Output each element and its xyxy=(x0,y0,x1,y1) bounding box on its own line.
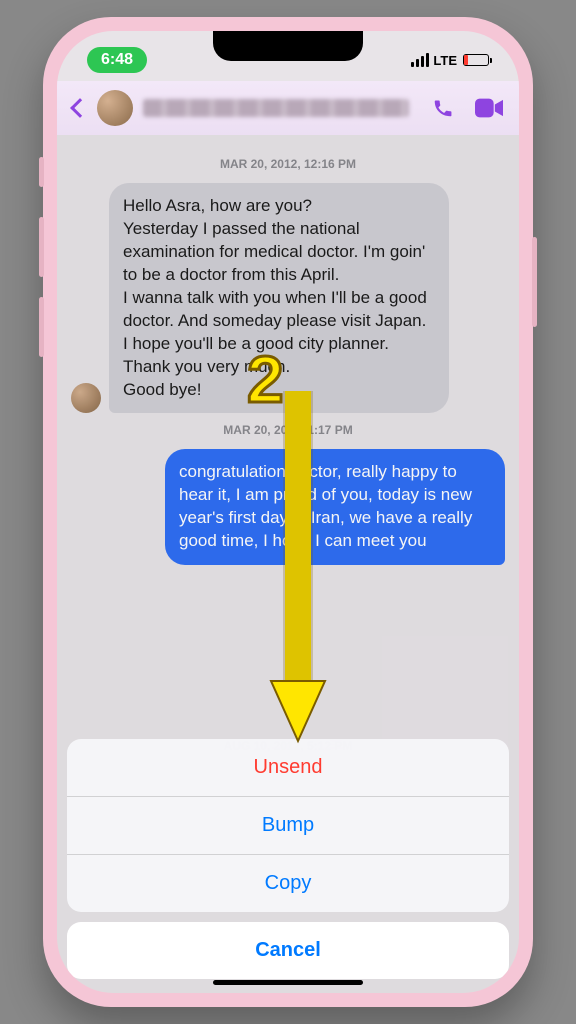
screen: 6:48 LTE MAR 20, 2012, 12:16 PM xyxy=(57,31,519,993)
phone-icon[interactable] xyxy=(429,97,457,119)
contact-avatar[interactable] xyxy=(97,90,133,126)
unsend-button[interactable]: Unsend xyxy=(67,739,509,797)
copy-button[interactable]: Copy xyxy=(67,855,509,912)
cancel-button[interactable]: Cancel xyxy=(67,922,509,979)
home-indicator[interactable] xyxy=(213,980,363,985)
chat-area: MAR 20, 2012, 12:16 PM Hello Asra, how a… xyxy=(57,135,519,993)
video-icon[interactable] xyxy=(475,97,503,119)
contact-name-redacted[interactable] xyxy=(143,99,409,117)
phone-frame: 6:48 LTE MAR 20, 2012, 12:16 PM xyxy=(43,17,533,1007)
bump-button[interactable]: Bump xyxy=(67,797,509,855)
mute-switch xyxy=(39,157,44,187)
chat-header xyxy=(57,81,519,135)
volume-up xyxy=(39,217,44,277)
status-right: LTE xyxy=(411,53,489,68)
action-sheet-group: Unsend Bump Copy xyxy=(67,739,509,912)
volume-down xyxy=(39,297,44,357)
back-icon[interactable] xyxy=(70,98,90,118)
power-button xyxy=(532,237,537,327)
action-sheet: Unsend Bump Copy Cancel xyxy=(67,739,509,979)
network-label: LTE xyxy=(433,53,457,68)
status-time: 6:48 xyxy=(87,47,147,73)
notch xyxy=(213,31,363,61)
battery-icon xyxy=(463,54,489,66)
signal-icon xyxy=(411,53,429,67)
